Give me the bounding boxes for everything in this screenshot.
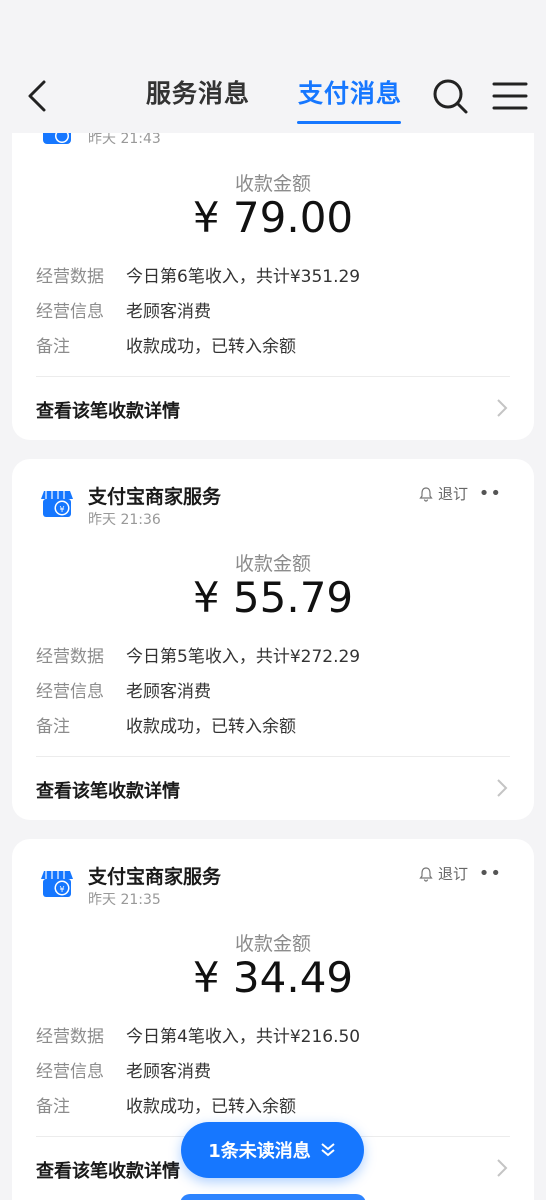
row-key: 经营信息 [36,682,104,702]
unsubscribe-button[interactable]: 退订 [418,483,468,504]
bottom-button-edge [180,1194,366,1200]
payment-card-1: 昨天 21:43 收款金额 ¥ 79.00 经营数据 今日第6笔收入，共计¥35… [12,100,534,440]
active-tab-indicator [297,121,401,124]
info-row: 经营数据 今日第4笔收入，共计¥216.50 [36,1022,360,1047]
more-options-button[interactable]: •• [479,863,502,884]
search-icon[interactable] [430,76,470,116]
row-value: 今日第4笔收入，共计¥216.50 [126,1027,361,1047]
bell-icon [419,866,433,882]
row-key: 备注 [36,717,70,737]
info-row: 经营信息 老顾客消费 [36,1057,211,1082]
row-key: 经营数据 [36,267,104,287]
row-value: 老顾客消费 [126,1062,211,1082]
unsubscribe-button[interactable]: 退订 [418,863,468,884]
chevron-right-icon[interactable] [494,1157,510,1179]
info-row: 备注 收款成功，已转入余额 [36,332,296,357]
info-row: 经营数据 今日第6笔收入，共计¥351.29 [36,262,360,287]
view-detail-link[interactable]: 查看该笔收款详情 [36,777,180,803]
back-arrow-icon[interactable] [18,74,58,118]
payment-messages-page: 昨天 21:43 收款金额 ¥ 79.00 经营数据 今日第6笔收入，共计¥35… [0,0,546,1200]
menu-icon[interactable] [490,78,530,114]
row-key: 经营数据 [36,647,104,667]
info-row: 经营信息 老顾客消费 [36,297,211,322]
service-name: 支付宝商家服务 [88,486,222,508]
row-value: 今日第6笔收入，共计¥351.29 [126,267,361,287]
amount-value: ¥ 34.49 [192,953,354,1002]
row-value: 收款成功，已转入余额 [126,337,296,357]
chevron-right-icon[interactable] [494,777,510,799]
chevron-double-down-icon [321,1143,335,1157]
message-time: 昨天 21:35 [88,892,161,908]
view-detail-link[interactable]: 查看该笔收款详情 [36,1157,180,1183]
svg-text:¥: ¥ [59,885,64,894]
amount-value: ¥ 55.79 [192,573,354,622]
unread-label: 1条未读消息 [208,1141,311,1162]
amount-label: 收款金额 [234,933,311,955]
amount-value: ¥ 79.00 [192,193,354,242]
info-row: 备注 收款成功，已转入余额 [36,712,296,737]
row-value: 收款成功，已转入余额 [126,717,296,737]
unsubscribe-label: 退订 [437,865,468,883]
message-time: 昨天 21:36 [88,512,161,528]
payment-card-2: ¥ 支付宝商家服务 昨天 21:36 退订 •• 收款金额 ¥ 55.79 经营… [12,459,534,820]
divider [36,376,510,377]
merchant-shop-icon: ¥ [41,871,73,897]
top-nav-bar: 服务消息 支付消息 [0,0,546,133]
view-detail-link[interactable]: 查看该笔收款详情 [36,397,180,423]
merchant-shop-icon: ¥ [41,491,73,517]
amount-label: 收款金额 [234,173,311,195]
bell-icon [419,486,433,502]
amount-label: 收款金额 [234,553,311,575]
row-value: 今日第5笔收入，共计¥272.29 [126,647,361,667]
more-options-button[interactable]: •• [479,483,502,504]
row-value: 收款成功，已转入余额 [126,1097,296,1117]
row-key: 经营信息 [36,1062,104,1082]
row-value: 老顾客消费 [126,302,211,322]
info-row: 备注 收款成功，已转入余额 [36,1092,296,1117]
unsubscribe-label: 退订 [437,485,468,503]
chevron-right-icon[interactable] [494,397,510,419]
row-value: 老顾客消费 [126,682,211,702]
tab-payment-messages[interactable]: 支付消息 [298,74,402,110]
divider [36,756,510,757]
row-key: 备注 [36,337,70,357]
svg-text:¥: ¥ [59,505,64,514]
unread-messages-button[interactable]: 1条未读消息 [181,1122,364,1178]
row-key: 经营信息 [36,302,104,322]
info-row: 经营信息 老顾客消费 [36,677,211,702]
info-row: 经营数据 今日第5笔收入，共计¥272.29 [36,642,360,667]
row-key: 经营数据 [36,1027,104,1047]
row-key: 备注 [36,1097,70,1117]
service-name: 支付宝商家服务 [88,866,222,888]
tab-service-messages[interactable]: 服务消息 [146,74,250,110]
